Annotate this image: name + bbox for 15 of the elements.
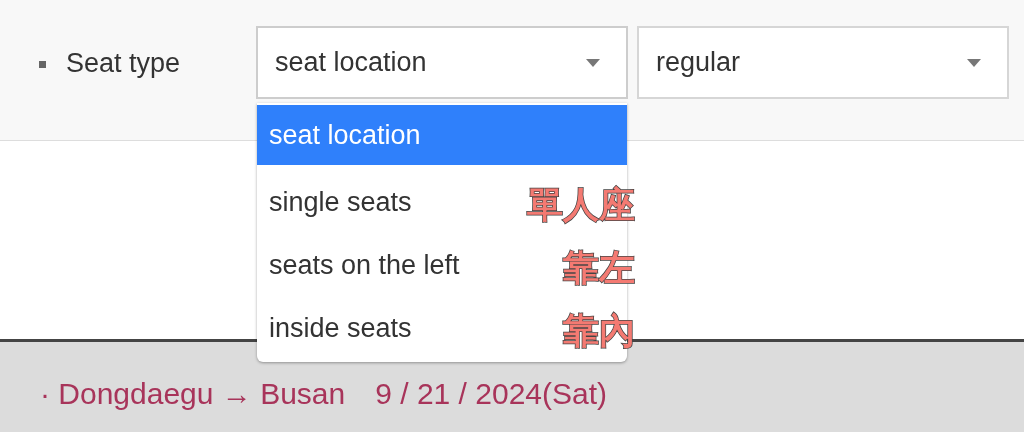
bullet-icon	[39, 61, 46, 68]
seat-class-select[interactable]: regular	[637, 26, 1009, 99]
annotation-text: 單人座	[527, 185, 635, 225]
caret-icon	[586, 58, 600, 67]
dropdown-option[interactable]: seat location	[257, 105, 627, 165]
annotation-text: 靠左	[563, 248, 635, 288]
dropdown-option[interactable]: inside seats	[257, 297, 418, 360]
annotation-text: 靠內	[563, 311, 635, 351]
dropdown-option[interactable]: seats on the left	[257, 234, 466, 297]
seat-type-label: Seat type	[66, 48, 182, 79]
dropdown-option[interactable]: single seats	[257, 171, 418, 234]
seat-location-select[interactable]: seat location	[256, 26, 628, 99]
route-date: 9 / 21 / 2024(Sat)	[375, 377, 607, 411]
route-text: · Dongdaegu → Busan	[40, 377, 346, 411]
caret-icon	[967, 58, 981, 67]
